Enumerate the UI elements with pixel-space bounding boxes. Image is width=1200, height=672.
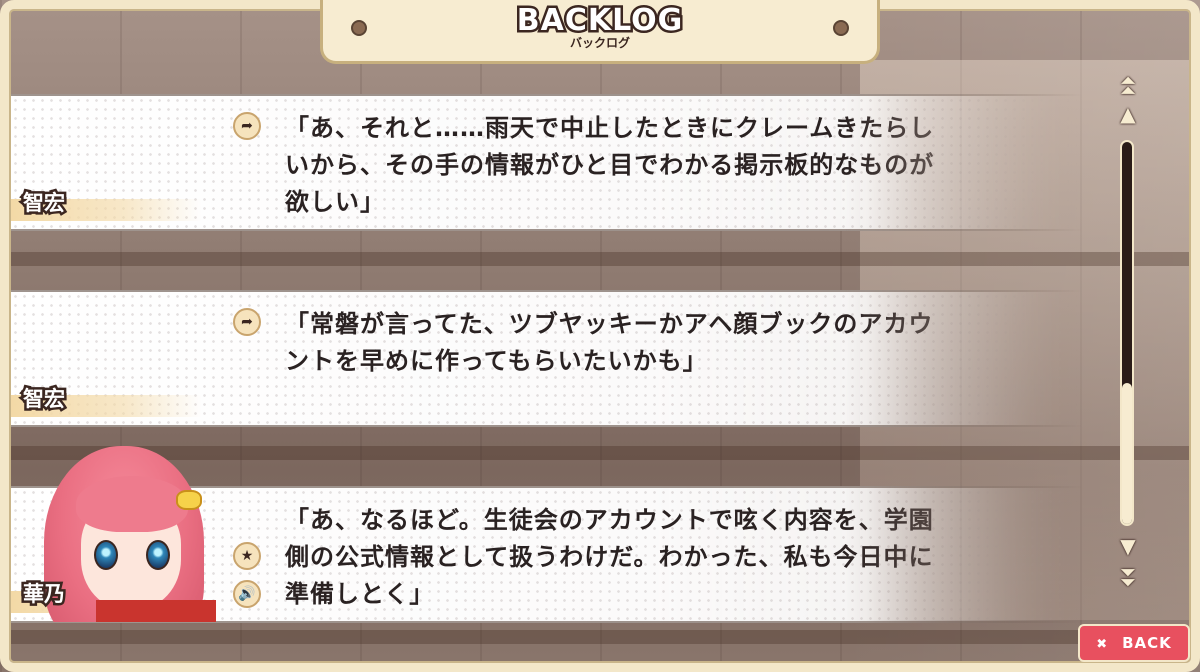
dialogue-text: 「あ、それと……雨天で中止したときにクレームきたらしいから、その手の情報がひと目…	[285, 114, 935, 216]
star-icon[interactable]: ★	[233, 542, 261, 570]
page-title: BACKLOG	[514, 3, 685, 38]
dialogue-text: 「あ、なるほど。生徒会のアカウントで呟く内容を、学園側の公式情報として扱うわけだ…	[285, 506, 934, 608]
scrollbar-thumb[interactable]	[1122, 382, 1132, 524]
dialogue-text: 「常磐が言ってた、ツブヤッキーかアヘ顔ブックのアカウントを早めに作ってもらいたい…	[285, 310, 934, 375]
portrait-ribbon	[176, 490, 202, 510]
scroll-bottom-icon-2[interactable]: ⏷	[1116, 572, 1140, 596]
scrollbar-track[interactable]	[1120, 140, 1134, 526]
speaker-name: 智宏	[21, 189, 68, 218]
back-label: BACK	[1122, 634, 1172, 652]
back-button[interactable]: ✖ BACK	[1078, 624, 1190, 662]
jump-icon[interactable]: ➦	[233, 308, 261, 336]
page-subtitle: バックログ	[569, 36, 630, 50]
backlog-entry[interactable]: 智宏 ➦ 「あ、それと……雨天で中止したときにクレームきたらしいから、その手の情…	[11, 94, 1081, 231]
title-tab: BACKLOG バックログ	[320, 0, 880, 64]
portrait-eye	[94, 540, 118, 570]
scroll-top-icon-2[interactable]: ⏶	[1116, 80, 1140, 104]
portrait-bangs	[76, 476, 188, 532]
background-shelf	[0, 252, 1200, 266]
backlog-entry[interactable]: 智宏 ➦ 「常磐が言ってた、ツブヤッキーかアヘ顔ブックのアカウントを早めに作って…	[11, 290, 1081, 427]
speaker-icon[interactable]: 🔊	[233, 580, 261, 608]
speaker-name: 智宏	[21, 385, 68, 414]
background-shelf	[0, 630, 1200, 644]
close-icon: ✖	[1096, 637, 1109, 652]
decor-dot	[351, 20, 367, 36]
speaker-name: 華乃	[21, 580, 68, 609]
portrait-eye	[146, 540, 170, 570]
scroll-down-icon[interactable]: ▼	[1116, 536, 1140, 560]
jump-icon[interactable]: ➦	[233, 112, 261, 140]
scroll-up-icon[interactable]: ▲	[1116, 104, 1140, 128]
decor-dot	[833, 20, 849, 36]
portrait-collar	[96, 600, 216, 622]
